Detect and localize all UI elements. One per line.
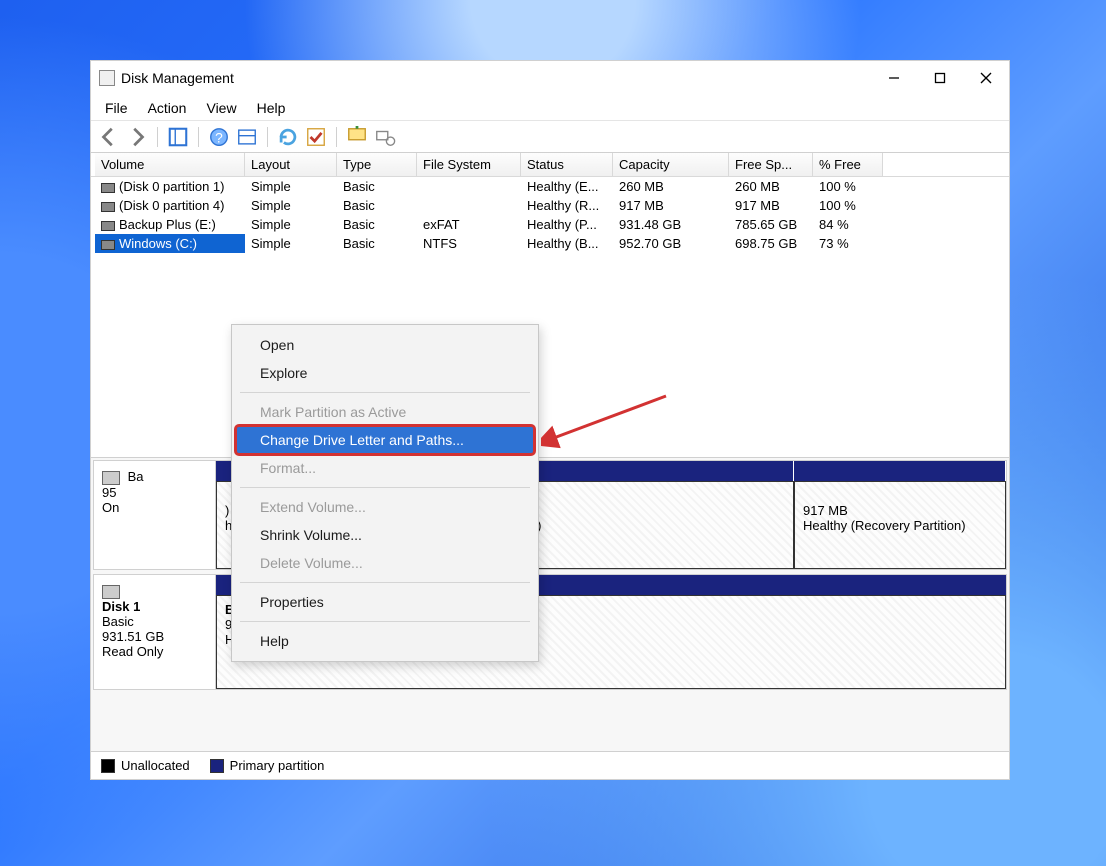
col-status[interactable]: Status [521, 153, 613, 176]
list-view-icon[interactable] [373, 125, 397, 149]
menu-help[interactable]: Help [247, 98, 296, 118]
toolbar: ? [91, 121, 1009, 153]
disk-1-label: Disk 1 Basic 931.51 GB Read Only [94, 575, 216, 689]
col-free[interactable]: Free Sp... [729, 153, 813, 176]
maximize-button[interactable] [917, 61, 963, 95]
context-menu-separator [240, 487, 530, 488]
disk-graphical-view: Ba 95 On WindWindows (C:)ows (C:) ) GB N… [91, 458, 1009, 751]
context-menu-item[interactable]: Open [232, 331, 538, 359]
context-menu-item: Extend Volume... [232, 493, 538, 521]
help-icon[interactable]: ? [207, 125, 231, 149]
partition-recovery[interactable]: 917 MB Healthy (Recovery Partition) [794, 481, 1006, 569]
checkbox-icon[interactable] [304, 125, 328, 149]
volume-row[interactable]: (Disk 0 partition 4)SimpleBasicHealthy (… [91, 196, 1009, 215]
refresh-icon[interactable] [276, 125, 300, 149]
volume-row[interactable]: (Disk 0 partition 1)SimpleBasicHealthy (… [91, 177, 1009, 196]
app-icon [99, 70, 115, 86]
window-title: Disk Management [121, 70, 871, 86]
minimize-button[interactable] [871, 61, 917, 95]
disk-icon [102, 585, 120, 599]
context-menu-item[interactable]: Properties [232, 588, 538, 616]
volume-list: Volume Layout Type File System Status Ca… [91, 153, 1009, 458]
svg-text:?: ? [215, 130, 223, 145]
menubar: File Action View Help [91, 95, 1009, 121]
disk-management-window: Disk Management File Action View Help [90, 60, 1010, 780]
col-layout[interactable]: Layout [245, 153, 337, 176]
legend: Unallocated Primary partition [91, 751, 1009, 779]
context-menu: OpenExplore Mark Partition as ActiveChang… [231, 324, 539, 662]
volume-row[interactable]: Backup Plus (E:)SimpleBasicexFATHealthy … [91, 215, 1009, 234]
disk-0-label: Ba 95 On [94, 461, 216, 569]
context-menu-item[interactable]: Change Drive Letter and Paths... [236, 426, 534, 454]
context-menu-item[interactable]: Explore [232, 359, 538, 387]
col-type[interactable]: Type [337, 153, 417, 176]
col-capacity[interactable]: Capacity [613, 153, 729, 176]
settings-icon[interactable] [235, 125, 259, 149]
volume-row[interactable]: Windows (C:)SimpleBasicNTFSHealthy (B...… [91, 234, 1009, 253]
unallocated-swatch [101, 759, 115, 773]
context-menu-item: Mark Partition as Active [232, 398, 538, 426]
context-menu-separator [240, 582, 530, 583]
close-button[interactable] [963, 61, 1009, 95]
view-icon[interactable] [166, 125, 190, 149]
context-menu-separator [240, 392, 530, 393]
back-button[interactable] [97, 125, 121, 149]
titlebar: Disk Management [91, 61, 1009, 95]
context-menu-item[interactable]: Help [232, 627, 538, 655]
menu-action[interactable]: Action [138, 98, 197, 118]
menu-view[interactable]: View [196, 98, 246, 118]
forward-button[interactable] [125, 125, 149, 149]
menu-file[interactable]: File [95, 98, 138, 118]
context-menu-separator [240, 621, 530, 622]
col-filesystem[interactable]: File System [417, 153, 521, 176]
context-menu-item: Delete Volume... [232, 549, 538, 577]
col-pct[interactable]: % Free [813, 153, 883, 176]
context-menu-item: Format... [232, 454, 538, 482]
primary-swatch [210, 759, 224, 773]
list-bottom-icon[interactable] [345, 125, 369, 149]
context-menu-item[interactable]: Shrink Volume... [232, 521, 538, 549]
disk-icon [102, 471, 120, 485]
col-volume[interactable]: Volume [95, 153, 245, 176]
